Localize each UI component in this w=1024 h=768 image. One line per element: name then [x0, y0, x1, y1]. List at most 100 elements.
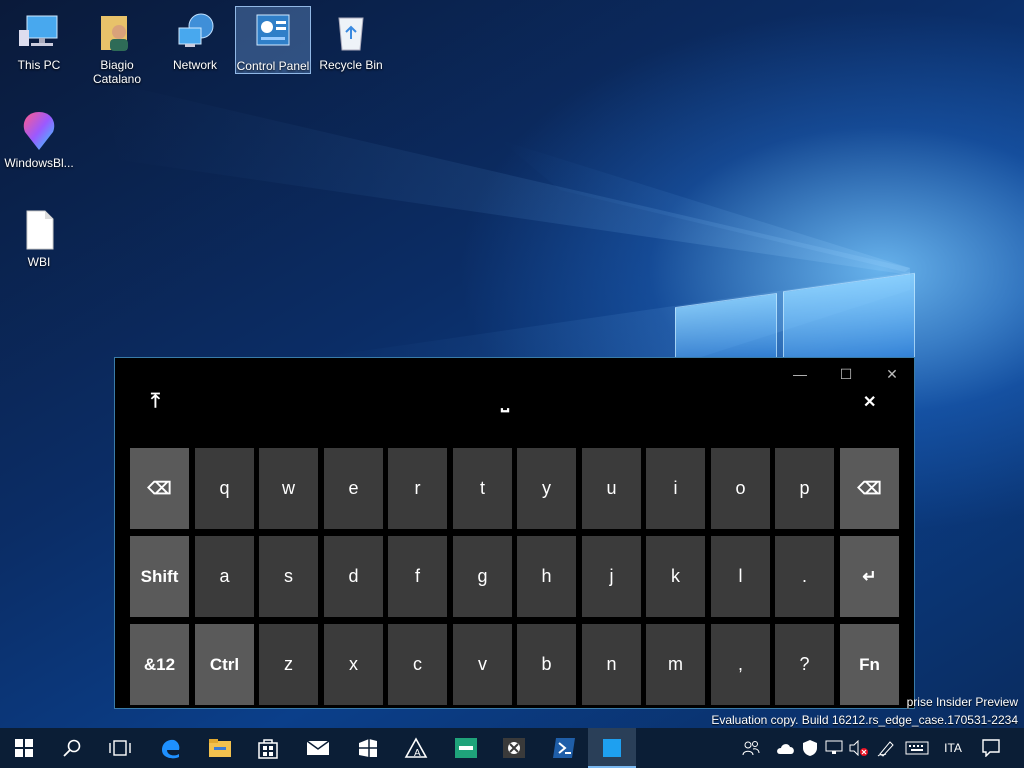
key-label: Ctrl: [209, 654, 240, 674]
key-,[interactable]: ,: [711, 624, 770, 705]
network-tray-icon: [825, 740, 843, 754]
taskbar-edge[interactable]: [146, 728, 194, 768]
key-p[interactable]: p: [775, 448, 834, 529]
key-?[interactable]: ?: [775, 624, 834, 705]
maximize-button[interactable]: ☐: [823, 362, 869, 386]
start-button[interactable]: [0, 728, 48, 768]
tray-people[interactable]: [738, 728, 764, 768]
desktop-icon-label: Biagio Catalano: [92, 58, 142, 86]
ctrl-key[interactable]: Ctrl: [195, 624, 254, 705]
key-y[interactable]: y: [517, 448, 576, 529]
key-label: ↵: [862, 566, 877, 586]
desktop-icon-recycle-bin[interactable]: Recycle Bin: [313, 6, 389, 72]
taskbar-file-explorer[interactable]: [196, 728, 244, 768]
desktop-icon-wbi[interactable]: WBI: [1, 203, 77, 269]
key-o[interactable]: o: [711, 448, 770, 529]
fn-key[interactable]: Fn: [840, 624, 899, 705]
key-g[interactable]: g: [453, 536, 512, 617]
key-label: l: [738, 566, 743, 586]
notification-icon: [982, 739, 1000, 757]
symbols-key[interactable]: &12: [130, 624, 189, 705]
search-icon: [63, 739, 81, 757]
taskbar-mail[interactable]: [294, 728, 342, 768]
key-label: x: [349, 654, 358, 674]
task-view-button[interactable]: [96, 728, 144, 768]
key-v[interactable]: v: [453, 624, 512, 705]
close-icon: ✕: [863, 394, 877, 411]
key-label: m: [668, 654, 683, 674]
key-.[interactable]: .: [775, 536, 834, 617]
tray-defender[interactable]: [798, 728, 822, 768]
key-h[interactable]: h: [517, 536, 576, 617]
window-close-button[interactable]: ✕: [869, 362, 915, 386]
key-r[interactable]: r: [388, 448, 447, 529]
svg-text:A: A: [414, 748, 421, 759]
key-k[interactable]: k: [646, 536, 705, 617]
taskbar-store[interactable]: [244, 728, 292, 768]
edge-icon: [162, 739, 180, 759]
key-b[interactable]: b: [517, 624, 576, 705]
tray-onedrive[interactable]: [774, 728, 798, 768]
desktop-icon-user-folder[interactable]: Biagio Catalano: [79, 6, 155, 86]
key-c[interactable]: c: [388, 624, 447, 705]
search-button[interactable]: [48, 728, 96, 768]
tray-network[interactable]: [822, 728, 846, 768]
enter-key[interactable]: ↵: [840, 536, 899, 617]
key-l[interactable]: l: [711, 536, 770, 617]
computer-icon: [17, 10, 61, 54]
key-label: a: [219, 566, 230, 586]
file-icon: [17, 207, 61, 251]
key-label: Shift: [140, 566, 179, 586]
keyboard-icon: [905, 741, 929, 755]
key-u[interactable]: u: [582, 448, 641, 529]
shift-key[interactable]: Shift: [130, 536, 189, 617]
key-e[interactable]: e: [324, 448, 383, 529]
key-a[interactable]: a: [195, 536, 254, 617]
key-label: u: [606, 478, 617, 498]
key-x[interactable]: x: [324, 624, 383, 705]
taskbar-keyboard-app[interactable]: [442, 728, 490, 768]
folder-icon: [209, 739, 231, 757]
desktop-icon-windowsbl[interactable]: WindowsBl...: [1, 104, 77, 170]
keyboard-layout-button[interactable]: ⎵: [501, 390, 509, 413]
desktop-icon-control-panel[interactable]: Control Panel: [235, 6, 311, 74]
taskbar-xbox[interactable]: [490, 728, 538, 768]
taskbar-app-a[interactable]: A: [392, 728, 440, 768]
tray-touch-keyboard[interactable]: [902, 728, 932, 768]
key-label: c: [413, 654, 422, 674]
sway-icon: [359, 739, 377, 757]
taskbar-onenote[interactable]: [344, 728, 392, 768]
key-z[interactable]: z: [259, 624, 318, 705]
key-d[interactable]: d: [324, 536, 383, 617]
build-watermark-line2: Evaluation copy. Build 16212.rs_edge_cas…: [711, 713, 1018, 727]
taskbar-touch-keyboard[interactable]: [588, 728, 636, 768]
windows-start-icon: [15, 739, 33, 757]
key-i[interactable]: i: [646, 448, 705, 529]
backspace-key-right[interactable]: ⌫: [840, 448, 899, 529]
close-keyboard-button[interactable]: ✕: [863, 392, 876, 412]
key-label: f: [414, 566, 420, 586]
key-n[interactable]: n: [582, 624, 641, 705]
key-s[interactable]: s: [259, 536, 318, 617]
key-label: ⌫: [147, 478, 172, 498]
key-m[interactable]: m: [646, 624, 705, 705]
key-t[interactable]: t: [453, 448, 512, 529]
desktop-icon-network[interactable]: Network: [157, 6, 233, 72]
key-j[interactable]: j: [582, 536, 641, 617]
tray-volume[interactable]: [846, 728, 870, 768]
tray-language[interactable]: ITA: [936, 728, 970, 768]
dock-keyboard-button[interactable]: ⤒: [151, 390, 160, 413]
desktop-icon-this-pc[interactable]: This PC: [1, 6, 77, 72]
key-f[interactable]: f: [388, 536, 447, 617]
key-w[interactable]: w: [259, 448, 318, 529]
minimize-button[interactable]: —: [777, 362, 823, 386]
key-label: ,: [737, 654, 743, 674]
tray-pen[interactable]: [874, 728, 898, 768]
key-label: r: [414, 478, 421, 498]
xbox-icon: [503, 738, 525, 758]
action-center-button[interactable]: [976, 728, 1006, 768]
backspace-key[interactable]: ⌫: [130, 448, 189, 529]
taskbar-powershell[interactable]: [540, 728, 588, 768]
key-q[interactable]: q: [195, 448, 254, 529]
blue-square-icon: [603, 739, 621, 757]
